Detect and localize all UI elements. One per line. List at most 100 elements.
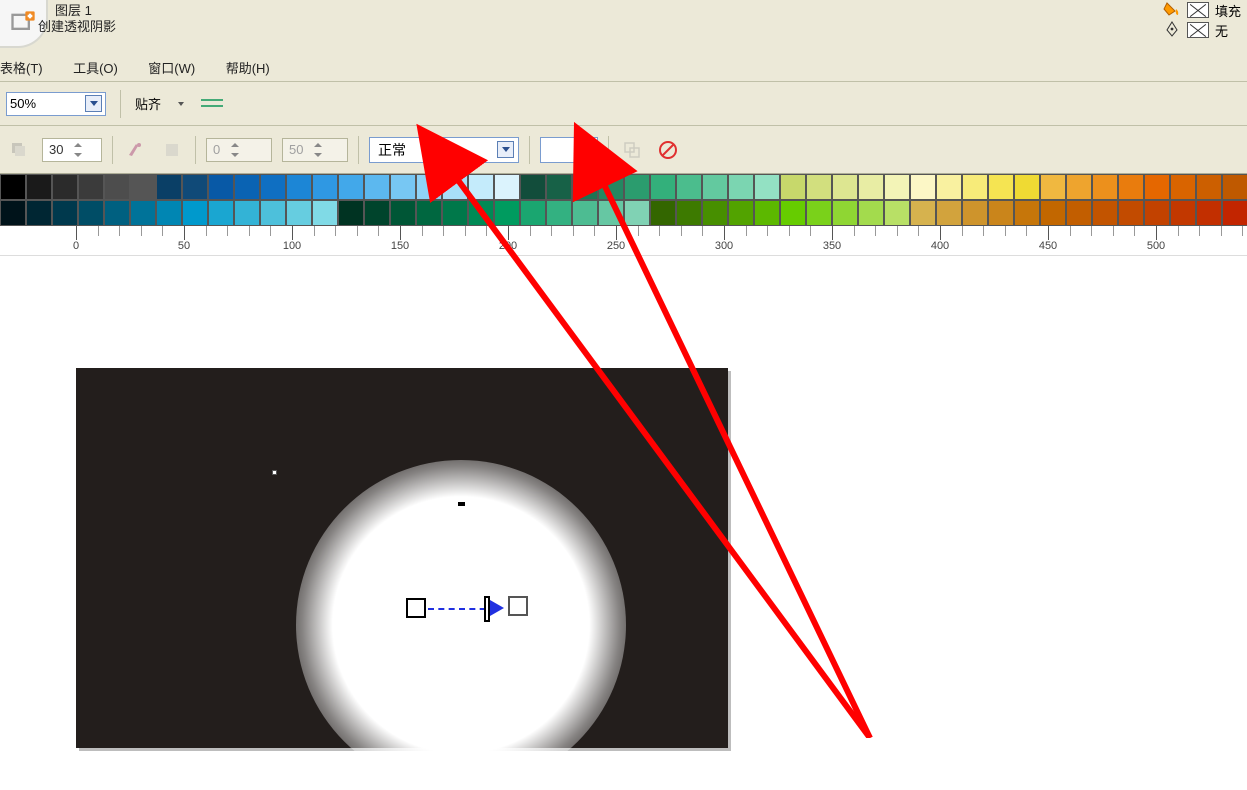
palette-swatch[interactable] <box>1170 174 1196 200</box>
palette-swatch[interactable] <box>988 200 1014 226</box>
palette-swatch[interactable] <box>1196 200 1222 226</box>
palette-swatch[interactable] <box>1092 200 1118 226</box>
color-palette-row-1[interactable] <box>0 174 1247 200</box>
chevron-down-icon[interactable] <box>576 141 593 158</box>
palette-swatch[interactable] <box>1196 174 1222 200</box>
palette-swatch[interactable] <box>806 200 832 226</box>
palette-swatch[interactable] <box>572 174 598 200</box>
palette-swatch[interactable] <box>1040 200 1066 226</box>
palette-swatch[interactable] <box>1014 200 1040 226</box>
palette-swatch[interactable] <box>52 200 78 226</box>
palette-swatch[interactable] <box>0 174 26 200</box>
palette-swatch[interactable] <box>416 174 442 200</box>
palette-swatch[interactable] <box>520 174 546 200</box>
palette-swatch[interactable] <box>962 200 988 226</box>
palette-swatch[interactable] <box>754 174 780 200</box>
artboard[interactable] <box>76 368 728 748</box>
palette-swatch[interactable] <box>208 200 234 226</box>
palette-swatch[interactable] <box>598 200 624 226</box>
palette-swatch[interactable] <box>182 200 208 226</box>
palette-swatch[interactable] <box>624 200 650 226</box>
stroke-swatch-none[interactable] <box>1187 22 1209 38</box>
palette-swatch[interactable] <box>156 200 182 226</box>
palette-swatch[interactable] <box>416 200 442 226</box>
palette-swatch[interactable] <box>208 174 234 200</box>
palette-swatch[interactable] <box>728 174 754 200</box>
palette-swatch[interactable] <box>962 174 988 200</box>
palette-swatch[interactable] <box>1144 174 1170 200</box>
palette-swatch[interactable] <box>156 174 182 200</box>
palette-swatch[interactable] <box>104 200 130 226</box>
palette-swatch[interactable] <box>130 200 156 226</box>
palette-swatch[interactable] <box>832 200 858 226</box>
palette-swatch[interactable] <box>104 174 130 200</box>
snap-options-icon[interactable] <box>201 95 223 113</box>
shadow-end-handle[interactable] <box>508 596 528 616</box>
shadow-slider-handle[interactable] <box>484 596 490 622</box>
palette-swatch[interactable] <box>598 174 624 200</box>
palette-swatch[interactable] <box>338 200 364 226</box>
clear-shadow-icon[interactable] <box>655 137 681 163</box>
palette-swatch[interactable] <box>1222 174 1247 200</box>
palette-swatch[interactable] <box>442 200 468 226</box>
palette-swatch[interactable] <box>650 174 676 200</box>
palette-swatch[interactable] <box>546 200 572 226</box>
palette-swatch[interactable] <box>1118 174 1144 200</box>
palette-swatch[interactable] <box>1144 200 1170 226</box>
selection-handle[interactable] <box>272 470 277 475</box>
palette-swatch[interactable] <box>338 174 364 200</box>
palette-swatch[interactable] <box>754 200 780 226</box>
palette-swatch[interactable] <box>468 174 494 200</box>
palette-swatch[interactable] <box>442 174 468 200</box>
palette-swatch[interactable] <box>260 174 286 200</box>
palette-swatch[interactable] <box>858 174 884 200</box>
palette-swatch[interactable] <box>182 174 208 200</box>
palette-swatch[interactable] <box>988 174 1014 200</box>
shadow-preset-icon[interactable] <box>6 137 32 163</box>
blend-mode-combo[interactable]: 正常 <box>369 137 519 163</box>
palette-swatch[interactable] <box>702 174 728 200</box>
palette-swatch[interactable] <box>26 200 52 226</box>
palette-swatch[interactable] <box>364 174 390 200</box>
palette-swatch[interactable] <box>494 174 520 200</box>
palette-swatch[interactable] <box>286 174 312 200</box>
palette-swatch[interactable] <box>1092 174 1118 200</box>
palette-swatch[interactable] <box>858 200 884 226</box>
palette-swatch[interactable] <box>260 200 286 226</box>
menu-help[interactable]: 帮助(H) <box>226 61 270 76</box>
menu-window[interactable]: 窗口(W) <box>148 61 195 76</box>
color-palette-row-2[interactable] <box>0 200 1247 226</box>
palette-swatch[interactable] <box>1066 200 1092 226</box>
fill-swatch-none[interactable] <box>1187 2 1209 18</box>
palette-swatch[interactable] <box>780 174 806 200</box>
palette-swatch[interactable] <box>806 174 832 200</box>
palette-swatch[interactable] <box>312 200 338 226</box>
palette-swatch[interactable] <box>936 174 962 200</box>
palette-swatch[interactable] <box>390 200 416 226</box>
palette-swatch[interactable] <box>234 174 260 200</box>
shadow-color-combo[interactable] <box>540 137 598 163</box>
copy-shadow-icon[interactable] <box>619 137 645 163</box>
palette-swatch[interactable] <box>1014 174 1040 200</box>
direction-icon[interactable] <box>123 137 149 163</box>
palette-swatch[interactable] <box>936 200 962 226</box>
palette-swatch[interactable] <box>624 174 650 200</box>
palette-swatch[interactable] <box>520 200 546 226</box>
spinner-icon[interactable] <box>71 142 85 158</box>
palette-swatch[interactable] <box>390 174 416 200</box>
palette-swatch[interactable] <box>234 200 260 226</box>
palette-swatch[interactable] <box>676 174 702 200</box>
palette-swatch[interactable] <box>884 174 910 200</box>
palette-swatch[interactable] <box>546 174 572 200</box>
palette-swatch[interactable] <box>572 200 598 226</box>
snap-dropdown-icon[interactable] <box>175 95 187 113</box>
palette-swatch[interactable] <box>650 200 676 226</box>
palette-swatch[interactable] <box>78 174 104 200</box>
palette-swatch[interactable] <box>728 200 754 226</box>
palette-swatch[interactable] <box>26 174 52 200</box>
zoom-combo[interactable]: 50% <box>6 92 106 116</box>
palette-swatch[interactable] <box>494 200 520 226</box>
palette-swatch[interactable] <box>676 200 702 226</box>
palette-swatch[interactable] <box>1170 200 1196 226</box>
menu-tools[interactable]: 工具(O) <box>73 61 118 76</box>
